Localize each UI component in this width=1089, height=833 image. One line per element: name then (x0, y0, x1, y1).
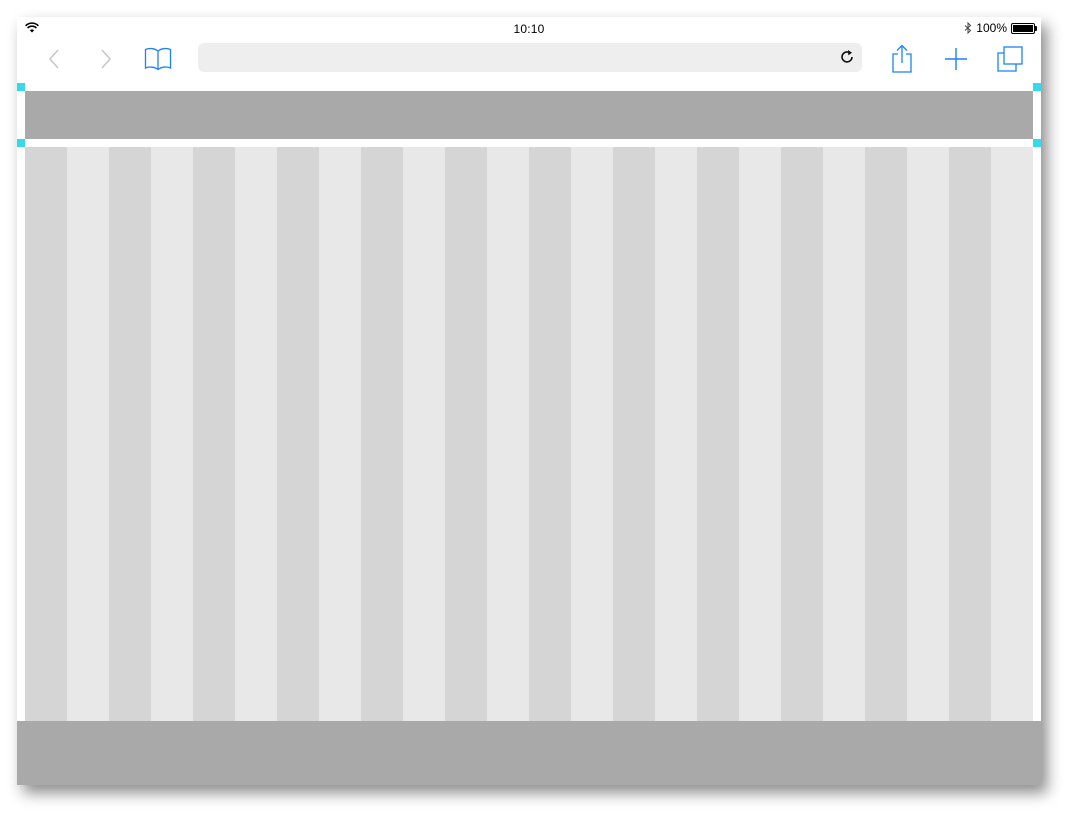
grid-column (487, 147, 529, 721)
selection-handle-bottom-right[interactable] (1033, 139, 1041, 147)
grid-column (193, 147, 235, 721)
page-header-block (25, 91, 1033, 139)
grid-column (613, 147, 655, 721)
grid-column (529, 147, 571, 721)
grid-column (151, 147, 193, 721)
grid-column (277, 147, 319, 721)
grid-column (823, 147, 865, 721)
selection-handle-bottom-left[interactable] (17, 139, 25, 147)
forward-icon (101, 49, 112, 69)
reload-icon[interactable] (838, 48, 856, 66)
selection-handle-top-left[interactable] (17, 83, 25, 91)
back-button[interactable] (41, 39, 67, 79)
page-footer-block (17, 721, 1041, 785)
bluetooth-icon (964, 22, 972, 34)
browser-toolbar (17, 39, 1041, 83)
back-icon (48, 49, 59, 69)
grid-column (361, 147, 403, 721)
grid-column (865, 147, 907, 721)
grid-column (907, 147, 949, 721)
bookmarks-button[interactable] (142, 39, 174, 79)
grid-column (739, 147, 781, 721)
battery-fill (1013, 24, 1033, 32)
forward-button[interactable] (93, 39, 119, 79)
share-icon (892, 44, 912, 73)
grid-column (571, 147, 613, 721)
status-time: 10:10 (513, 22, 545, 36)
grid-column (655, 147, 697, 721)
grid-column (991, 147, 1033, 721)
grid-column (25, 147, 67, 721)
grid-column (781, 147, 823, 721)
new-tab-button[interactable] (941, 39, 971, 79)
grid-column (445, 147, 487, 721)
grid-column (67, 147, 109, 721)
grid-column (235, 147, 277, 721)
new-tab-icon (945, 48, 967, 70)
page-margin-left (17, 83, 25, 721)
battery-icon (1011, 22, 1037, 34)
grid-column (697, 147, 739, 721)
share-button[interactable] (887, 39, 917, 79)
grid-column (319, 147, 361, 721)
status-right-group: 100% (964, 21, 1037, 35)
grid-column (109, 147, 151, 721)
bookmarks-icon (144, 47, 172, 71)
selection-handle-top-right[interactable] (1033, 83, 1041, 91)
status-bar: 10:10 100% (17, 17, 1041, 39)
column-grid (25, 147, 1033, 721)
tabs-icon (997, 46, 1023, 72)
address-bar[interactable] (198, 43, 862, 74)
address-input[interactable] (208, 43, 822, 74)
grid-column (403, 147, 445, 721)
tabs-button[interactable] (994, 39, 1026, 79)
battery-percent: 100% (976, 21, 1007, 35)
grid-column (949, 147, 991, 721)
battery-tip (1035, 25, 1037, 31)
